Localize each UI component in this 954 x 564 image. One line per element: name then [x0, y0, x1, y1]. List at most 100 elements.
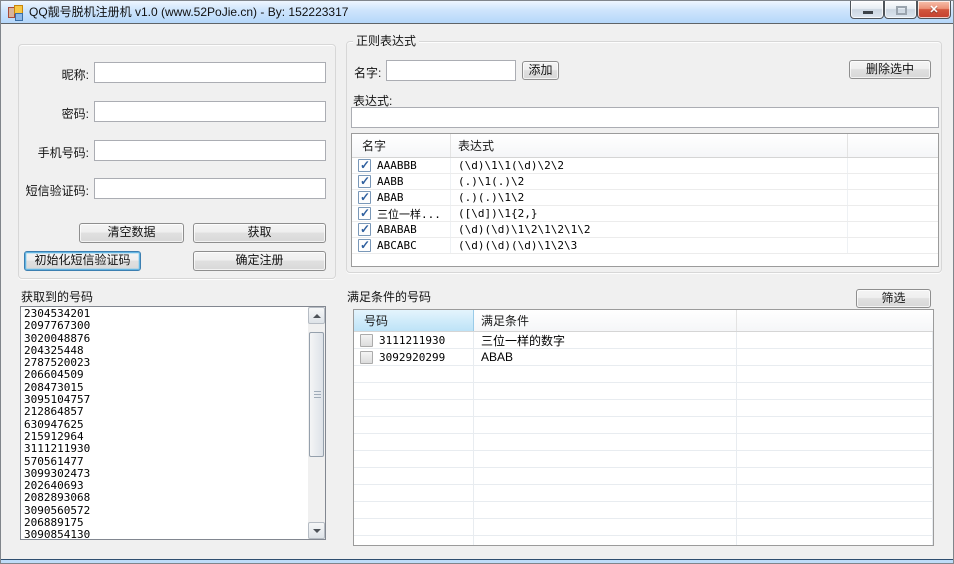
- empty-cell: [474, 502, 737, 518]
- filter-button[interactable]: 筛选: [856, 289, 931, 308]
- minimize-button[interactable]: [850, 1, 884, 19]
- rule-name: ABABAB: [377, 223, 417, 236]
- checkbox-checked[interactable]: [358, 190, 371, 204]
- empty-cell: [354, 536, 474, 545]
- phone-input[interactable]: [94, 140, 326, 161]
- app-icon-part: [15, 13, 23, 21]
- regex-rule-row[interactable]: AABB (.)\1(.)\2: [352, 174, 938, 190]
- init-sms-button[interactable]: 初始化短信验证码: [24, 251, 141, 271]
- scrollbar-thumb[interactable]: [309, 332, 324, 457]
- vertical-scrollbar[interactable]: [308, 307, 325, 539]
- matched-table-header: 号码 满足条件: [354, 310, 933, 332]
- add-regex-button[interactable]: 添加: [522, 61, 559, 80]
- header-number[interactable]: 号码: [354, 310, 474, 331]
- empty-cell: [474, 383, 737, 399]
- empty-row: [354, 519, 933, 536]
- regex-rule-row[interactable]: ABCABC (\d)(\d)(\d)\1\2\3: [352, 238, 938, 254]
- header-name[interactable]: 名字: [352, 134, 451, 157]
- empty-cell: [737, 468, 933, 484]
- list-item[interactable]: 3090854130: [21, 529, 307, 539]
- window-bottom-border: [1, 559, 953, 563]
- regex-rule-row[interactable]: ABABAB (\d)(\d)\1\2\1\2\1\2: [352, 222, 938, 238]
- fetch-button[interactable]: 获取: [193, 223, 326, 243]
- rule-name: ABAB: [377, 191, 404, 204]
- checkbox-checked[interactable]: [358, 238, 371, 252]
- filler-cell: [737, 332, 933, 348]
- rule-name-cell: 三位一样...: [352, 206, 451, 221]
- rule-name-cell: ABABAB: [352, 222, 451, 237]
- empty-cell: [737, 502, 933, 518]
- sms-code-input[interactable]: [94, 178, 326, 199]
- fetched-numbers-listbox[interactable]: 2304534201 2097767300 3020048876 204325448 2…: [20, 306, 326, 540]
- empty-cell: [737, 485, 933, 501]
- nickname-input[interactable]: [94, 62, 326, 83]
- empty-row: [354, 451, 933, 468]
- list-item[interactable]: 206604509: [21, 369, 307, 382]
- password-label: 密码:: [61, 107, 89, 121]
- empty-cell: [737, 366, 933, 382]
- empty-row: [354, 383, 933, 400]
- checkbox-checked[interactable]: [358, 174, 371, 188]
- regex-rule-row[interactable]: ABAB (.)(.)\1\2: [352, 190, 938, 206]
- empty-cell: [474, 434, 737, 450]
- rule-name-cell: ABCABC: [352, 238, 451, 253]
- matched-number: 3092920299: [379, 350, 446, 364]
- password-input[interactable]: [94, 101, 326, 122]
- empty-cell: [737, 417, 933, 433]
- close-button[interactable]: ✕: [917, 1, 951, 19]
- filler-cell: [848, 238, 938, 253]
- checkbox-checked[interactable]: [358, 222, 371, 236]
- empty-cell: [354, 502, 474, 518]
- filler-cell: [848, 222, 938, 237]
- empty-cell: [737, 400, 933, 416]
- regex-rule-row[interactable]: AAABBB (\d)\1\1(\d)\2\2: [352, 158, 938, 174]
- rule-expression: ([\d])\1{2,}: [451, 206, 848, 221]
- list-item[interactable]: 570561477: [21, 455, 307, 468]
- empty-cell: [474, 536, 737, 545]
- list-item[interactable]: 212864857: [21, 406, 307, 419]
- empty-row: [354, 400, 933, 417]
- list-item[interactable]: 2082893068: [21, 492, 307, 505]
- sms-code-label: 短信验证码:: [25, 184, 89, 198]
- empty-cell: [354, 519, 474, 535]
- list-item[interactable]: 2097767300: [21, 319, 307, 332]
- checkbox-unchecked[interactable]: [360, 350, 373, 364]
- number-cell: 3111211930: [354, 332, 474, 348]
- maximize-button[interactable]: [884, 1, 917, 19]
- matched-numbers-table: 号码 满足条件 3111211930 三位一样的数字 3092920299 ABAB: [353, 309, 934, 546]
- confirm-register-button[interactable]: 确定注册: [193, 251, 326, 271]
- empty-cell: [354, 383, 474, 399]
- empty-cell: [354, 468, 474, 484]
- list-item[interactable]: 3111211930: [21, 442, 307, 455]
- checkbox-checked[interactable]: [358, 158, 371, 172]
- checkbox-unchecked[interactable]: [360, 333, 373, 347]
- clear-data-button[interactable]: 清空数据: [79, 223, 184, 243]
- regex-rule-row[interactable]: 三位一样... ([\d])\1{2,}: [352, 206, 938, 222]
- matched-condition: 三位一样的数字: [474, 332, 737, 348]
- fetched-numbers-list: 2304534201 2097767300 3020048876 204325448 2…: [21, 308, 307, 539]
- empty-cell: [474, 519, 737, 535]
- delete-selected-button[interactable]: 删除选中: [849, 60, 931, 79]
- phone-label: 手机号码:: [37, 146, 89, 160]
- header-condition[interactable]: 满足条件: [474, 310, 737, 331]
- rule-name-cell: ABAB: [352, 190, 451, 205]
- rule-name: AABB: [377, 175, 404, 188]
- empty-row: [354, 468, 933, 485]
- checkbox-checked[interactable]: [358, 206, 371, 220]
- scroll-down-button[interactable]: [308, 522, 325, 539]
- filler-cell: [848, 206, 938, 221]
- scroll-up-button[interactable]: [308, 307, 325, 324]
- titlebar: QQ靓号脱机注册机 v1.0 (www.52PoJie.cn) - By: 15…: [1, 1, 953, 24]
- header-filler: [848, 134, 938, 157]
- header-expression[interactable]: 表达式: [451, 134, 848, 157]
- empty-row: [354, 417, 933, 434]
- matched-number-row[interactable]: 3092920299 ABAB: [354, 349, 933, 366]
- matched-number-row[interactable]: 3111211930 三位一样的数字: [354, 332, 933, 349]
- app-window: QQ靓号脱机注册机 v1.0 (www.52PoJie.cn) - By: 15…: [0, 0, 954, 564]
- rule-name: 三位一样...: [377, 207, 441, 221]
- empty-cell: [737, 519, 933, 535]
- expression-input[interactable]: [351, 107, 939, 128]
- regex-name-input[interactable]: [386, 60, 516, 81]
- empty-cell: [354, 366, 474, 382]
- rule-expression: (\d)(\d)\1\2\1\2\1\2: [451, 222, 848, 237]
